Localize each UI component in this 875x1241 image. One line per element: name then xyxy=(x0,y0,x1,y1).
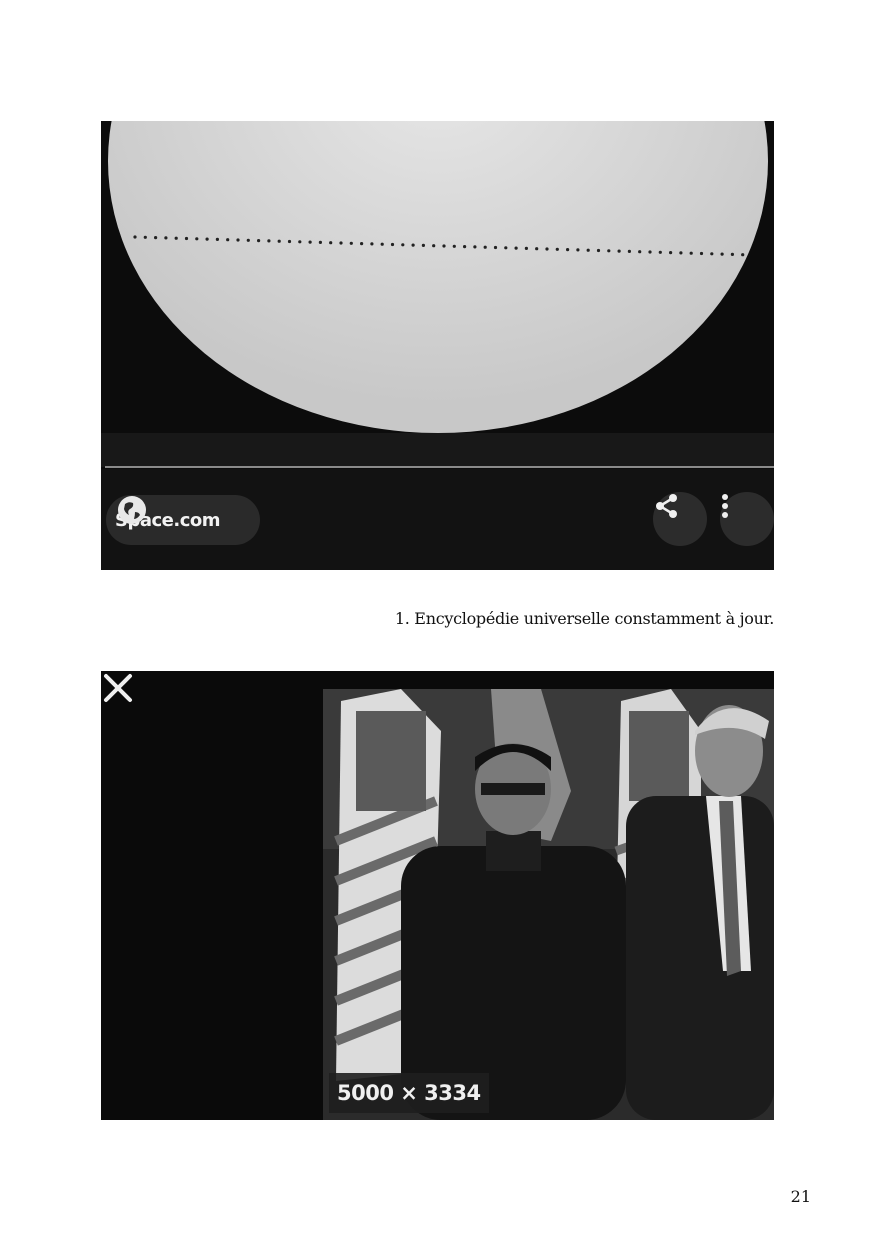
transit-dot xyxy=(627,249,632,253)
transit-dot xyxy=(555,247,559,251)
transit-dot xyxy=(174,236,178,240)
transit-dot xyxy=(339,241,343,245)
source-chip[interactable]: Space.com xyxy=(106,495,260,545)
transit-dot xyxy=(432,244,436,248)
transit-dot xyxy=(720,252,724,256)
transit-dot xyxy=(349,241,353,245)
transit-dot xyxy=(277,239,281,243)
more-vert-icon xyxy=(722,494,728,518)
share-button[interactable] xyxy=(653,492,707,546)
transit-dot xyxy=(493,245,498,250)
transit-dot xyxy=(524,246,528,250)
globe-icon xyxy=(118,496,146,524)
transit-dot xyxy=(236,238,240,242)
transit-dot xyxy=(607,249,611,253)
transit-dot xyxy=(710,252,714,256)
transit-dot xyxy=(205,237,209,241)
transit-dot xyxy=(421,243,425,247)
transit-dot xyxy=(133,235,137,239)
transit-dot xyxy=(411,243,415,247)
transit-dot xyxy=(658,250,662,254)
transit-dot xyxy=(390,242,395,247)
transit-dot xyxy=(154,236,158,240)
transit-dot xyxy=(648,250,652,254)
transit-dot xyxy=(215,237,219,241)
share-icon xyxy=(656,494,677,518)
transit-dot xyxy=(401,243,405,247)
transit-dot xyxy=(566,248,570,252)
transit-dot xyxy=(741,253,745,257)
transit-dot xyxy=(287,239,292,244)
transit-dot xyxy=(730,252,735,256)
transit-dot xyxy=(267,239,271,243)
summit-photo: 5000 × 3334 xyxy=(101,671,774,1120)
transit-dot xyxy=(195,237,199,241)
transit-dot xyxy=(463,245,467,249)
transit-dot xyxy=(318,240,322,244)
transit-dot xyxy=(143,235,147,239)
transit-dot xyxy=(370,242,374,246)
transit-dot xyxy=(617,249,621,253)
page-number: 21 xyxy=(790,1187,811,1206)
transit-dot xyxy=(689,251,693,255)
image-dimensions-badge: 5000 × 3334 xyxy=(329,1073,489,1113)
transit-dot xyxy=(483,245,487,249)
transit-dot xyxy=(308,240,312,244)
transit-dot xyxy=(596,248,601,253)
summit-image xyxy=(101,671,774,1120)
close-icon[interactable] xyxy=(101,671,135,705)
transit-dot xyxy=(699,251,704,256)
transit-dot xyxy=(473,245,477,249)
transit-dot xyxy=(257,239,261,243)
transit-dot xyxy=(298,240,302,244)
more-options-button[interactable] xyxy=(720,492,774,546)
transit-dot xyxy=(576,248,580,252)
transit-dot xyxy=(442,244,446,248)
transit-dot xyxy=(504,246,508,250)
transit-dot xyxy=(329,241,333,245)
transit-dot xyxy=(360,242,364,246)
transit-dot xyxy=(226,238,230,242)
transit-photo: Space.com xyxy=(101,121,774,570)
transit-dot xyxy=(545,247,549,251)
transit-dot xyxy=(184,236,189,241)
transit-dot xyxy=(638,250,642,254)
transit-dot xyxy=(380,242,384,246)
transit-dot xyxy=(535,247,539,251)
transit-dot xyxy=(164,236,168,240)
figure-caption: 1. Encyclopédie universelle constamment … xyxy=(394,609,774,628)
transit-dot xyxy=(679,251,683,255)
transit-dot xyxy=(246,238,250,242)
transit-dot xyxy=(514,246,518,250)
transit-dot xyxy=(586,248,590,252)
transit-dot xyxy=(452,244,456,248)
transit-dot xyxy=(669,251,673,255)
